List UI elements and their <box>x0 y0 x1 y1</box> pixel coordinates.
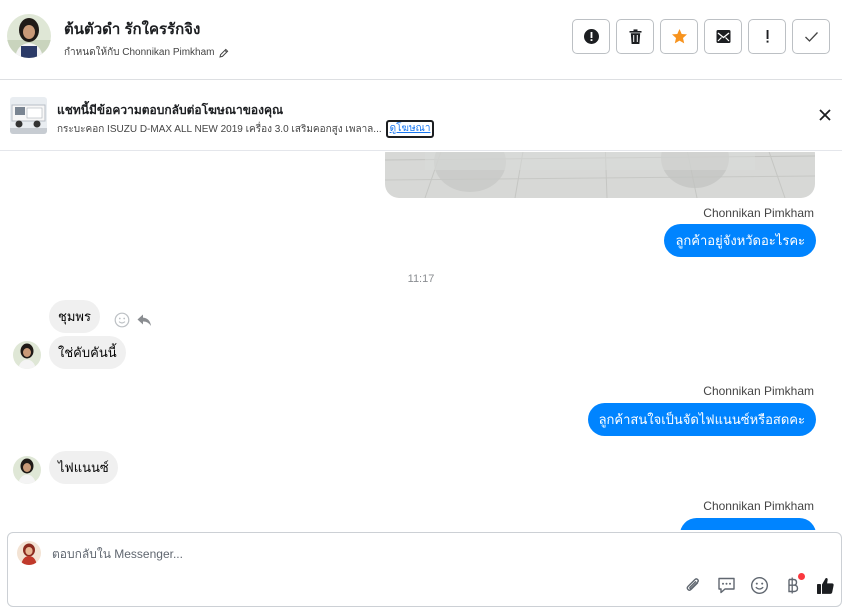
conversation-header: ต้นตัวดำ รักใครรักจิง กำหนดให้กับ Chonni… <box>0 0 842 80</box>
like-button[interactable] <box>816 576 835 595</box>
message-thread[interactable]: Chonnikan Pimkham ลูกค้าอยู่จังหวัดอะไรค… <box>0 152 842 530</box>
ad-description-row: กระบะคอก ISUZU D-MAX ALL NEW 2019 เครื่อ… <box>57 120 435 138</box>
incoming-message[interactable]: ใช่คับคันนี้ <box>49 336 126 369</box>
emoji-icon <box>750 576 769 595</box>
emoji-button[interactable] <box>750 576 769 595</box>
assign-row[interactable]: กำหนดให้กับ Chonnikan Pimkham <box>64 45 229 60</box>
reply-composer <box>7 532 842 607</box>
close-icon[interactable] <box>818 108 832 122</box>
delete-button[interactable] <box>616 19 654 54</box>
timestamp-separator: 11:17 <box>407 273 435 285</box>
pencil-icon[interactable] <box>218 48 229 58</box>
mark-done-button[interactable] <box>792 19 830 54</box>
ad-description: กระบะคอก ISUZU D-MAX ALL NEW 2019 เครื่อ… <box>57 123 382 135</box>
emoji-react-icon[interactable] <box>114 312 130 328</box>
saved-reply-icon <box>718 577 735 594</box>
alert-circle-icon <box>583 29 599 44</box>
trash-icon <box>629 29 641 44</box>
ad-reply-banner: แชทนี้มีข้อความตอบกลับต่อโฆษณาของคุณ กระ… <box>0 81 842 151</box>
contact-avatar-small <box>13 341 41 369</box>
ad-banner-title: แชทนี้มีข้อความตอบกลับต่อโฆษณาของคุณ <box>57 103 284 117</box>
contact-avatar-small <box>13 456 41 484</box>
assign-label: กำหนดให้กับ Chonnikan Pimkham <box>64 47 215 58</box>
message-tools <box>114 312 152 328</box>
mark-spam-button[interactable] <box>572 19 610 54</box>
payment-button[interactable] <box>783 573 805 595</box>
saved-reply-button[interactable] <box>717 576 736 595</box>
sender-label: Chonnikan Pimkham <box>703 499 814 513</box>
contact-avatar[interactable] <box>7 14 51 58</box>
envelope-icon <box>716 30 730 43</box>
reply-icon[interactable] <box>136 312 152 328</box>
notification-dot <box>798 573 805 580</box>
star-button[interactable] <box>660 19 698 54</box>
outgoing-message[interactable] <box>680 518 816 530</box>
page-avatar <box>17 541 41 565</box>
star-icon <box>671 29 687 44</box>
thumbs-up-icon <box>817 578 834 594</box>
outgoing-message[interactable]: ลูกค้าสนใจเป็นจัดไฟแนนซ์หรือสดคะ <box>587 403 816 436</box>
incoming-message[interactable]: ชุมพร <box>49 300 100 333</box>
header-actions <box>572 19 830 54</box>
sender-label: Chonnikan Pimkham <box>703 206 814 220</box>
ad-thumbnail[interactable] <box>10 97 47 134</box>
mark-unread-button[interactable] <box>704 19 742 54</box>
contact-name: ต้นตัวดำ รักใครรักจิง <box>64 21 201 38</box>
sender-label: Chonnikan Pimkham <box>703 384 814 398</box>
view-ad-link[interactable]: ดูโฆษณา <box>385 120 435 138</box>
outgoing-message[interactable]: ลูกค้าอยู่จังหวัดอะไรคะ <box>664 224 816 257</box>
incoming-message[interactable]: ไฟแนนซ์ <box>49 451 118 484</box>
follow-up-button[interactable] <box>748 19 786 54</box>
reply-input[interactable] <box>52 544 652 564</box>
attach-button[interactable] <box>684 576 703 595</box>
composer-tools <box>684 573 835 595</box>
exclamation-icon <box>766 30 768 43</box>
check-icon <box>804 32 818 42</box>
photo-message[interactable] <box>385 152 815 198</box>
paperclip-icon <box>686 578 699 591</box>
